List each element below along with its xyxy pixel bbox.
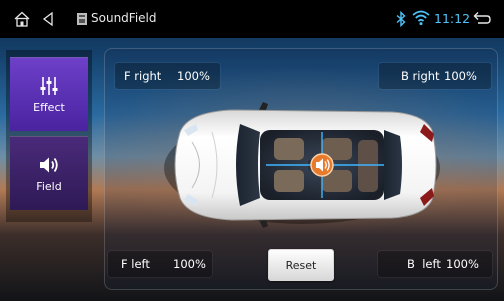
- front-left-label: F left: [121, 257, 150, 271]
- front-right-label: F right: [124, 69, 162, 83]
- bluetooth-icon: [395, 11, 407, 27]
- return-arrow-icon[interactable]: [472, 10, 492, 28]
- app-title: SoundField: [91, 11, 157, 25]
- tab-effect-label: Effect: [33, 101, 65, 114]
- clock-time: 11:12: [434, 11, 471, 26]
- back-triangle-icon[interactable]: [41, 11, 55, 27]
- back-left-value: 100%: [446, 257, 479, 271]
- front-left-value: 100%: [173, 257, 206, 271]
- reset-button[interactable]: Reset: [268, 249, 334, 281]
- home-icon[interactable]: [13, 10, 31, 28]
- speaker-focus-icon[interactable]: [310, 153, 334, 177]
- tab-field[interactable]: Field: [10, 136, 88, 210]
- equalizer-sliders-icon: [38, 75, 60, 97]
- back-right-value: 100%: [444, 69, 477, 83]
- app-icon: [76, 12, 88, 26]
- back-right-label: B right: [401, 69, 440, 83]
- car-top-view: [164, 102, 440, 228]
- back-left-label: B left: [407, 257, 441, 271]
- status-bar: SoundField 11:12: [0, 0, 504, 38]
- soundfield-screen: SoundField 11:12 Effect Field F right 10…: [0, 0, 504, 301]
- speaker-volume-icon: [38, 154, 60, 176]
- front-right-value: 100%: [177, 69, 210, 83]
- tab-effect[interactable]: Effect: [10, 57, 88, 131]
- tab-field-label: Field: [36, 180, 62, 193]
- wifi-icon: [412, 10, 430, 26]
